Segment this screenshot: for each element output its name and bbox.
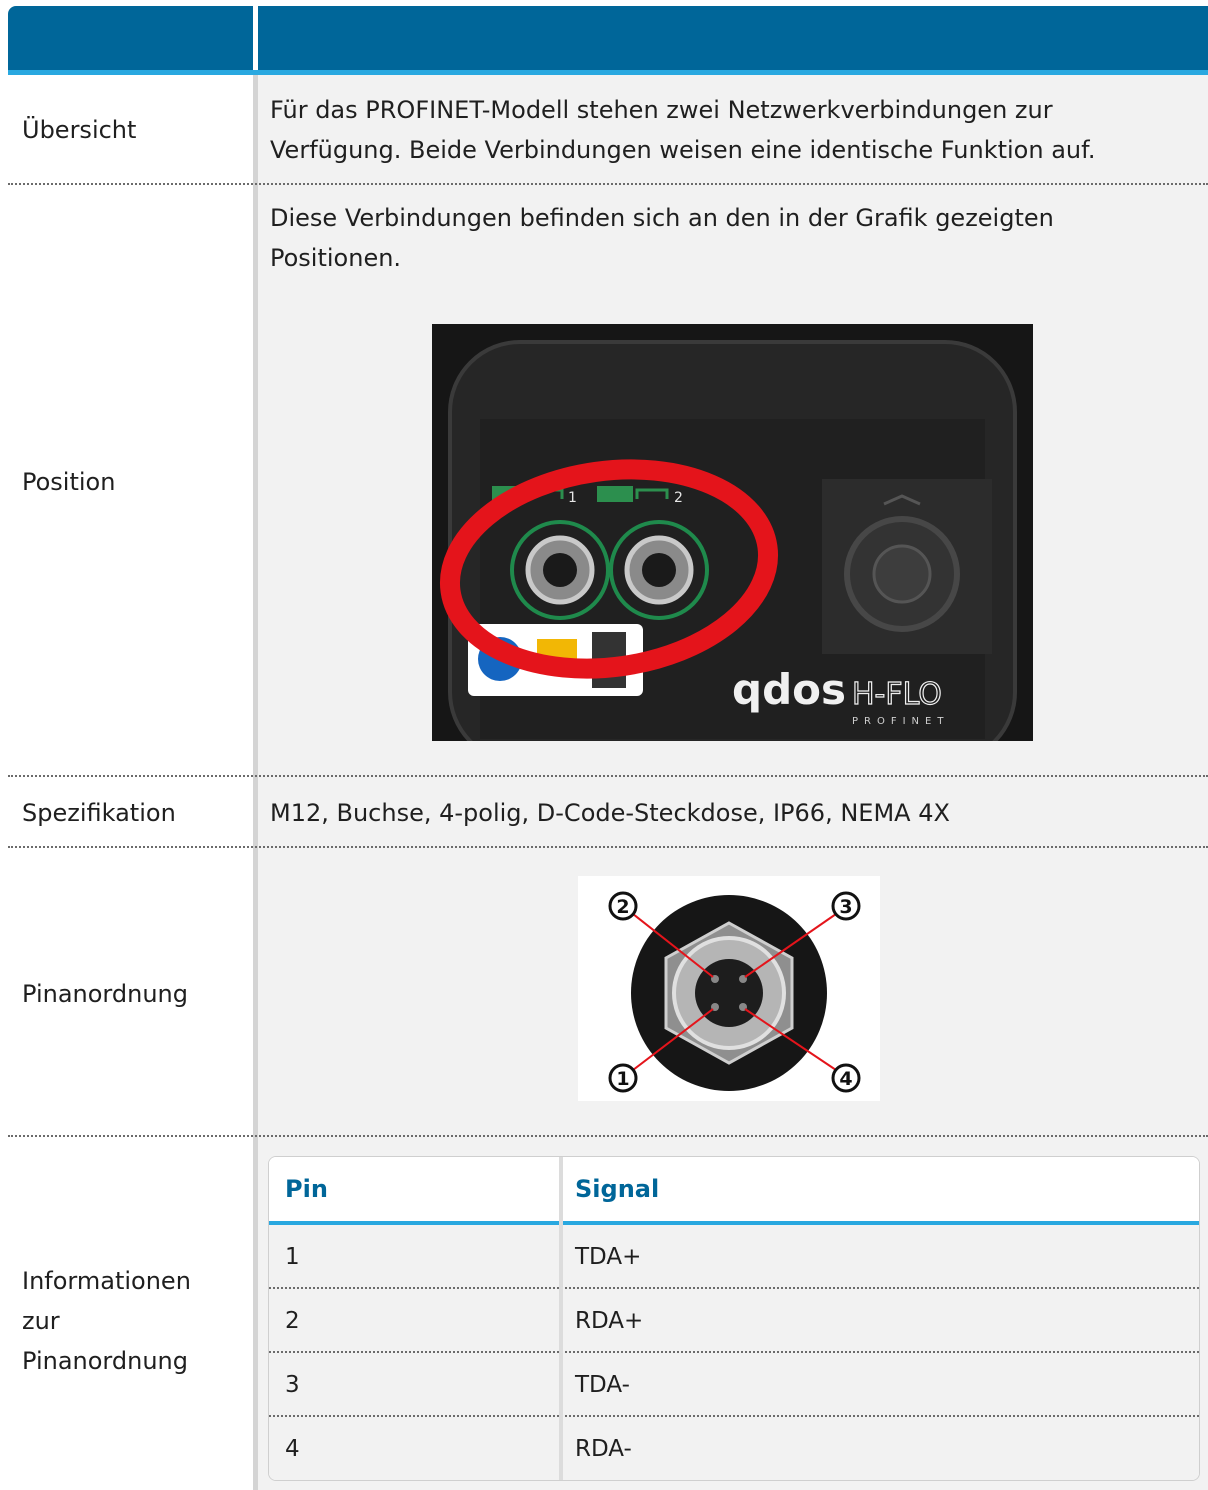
row-divider — [8, 846, 1208, 848]
spec-text: M12, Buchse, 4-polig, D-Code-Steckdose, … — [270, 799, 950, 827]
pin-cell: 2 — [285, 1308, 300, 1334]
pin-number-4: 4 — [839, 1068, 852, 1090]
table-row: 4 RDA- — [269, 1417, 1199, 1480]
row-label-pininfo-3: Pinanordnung — [22, 1347, 188, 1375]
position-text-line-1: Diese Verbindungen befinden sich an den … — [270, 204, 1054, 232]
row-divider — [8, 1135, 1208, 1137]
table-header — [8, 6, 1208, 75]
signal-cell: TDA- — [575, 1372, 630, 1398]
row-label-pininfo-2: zur — [22, 1307, 60, 1335]
device-connector-image: 1 2 qdos H-FLO PROFINET — [432, 324, 1033, 741]
pin-number-3: 3 — [839, 896, 852, 918]
table-row: 2 RDA+ — [269, 1289, 1199, 1353]
pinout-image: 2 3 1 4 — [578, 876, 880, 1101]
row-label-pininfo-1: Informationen — [22, 1267, 191, 1295]
header-signal: Signal — [575, 1175, 660, 1203]
port-2-label: 2 — [674, 490, 683, 506]
row-divider — [8, 183, 1208, 185]
table-row: 1 TDA+ — [269, 1225, 1199, 1289]
logo-sub: H-FLO — [852, 677, 942, 712]
signal-cell: RDA+ — [575, 1308, 644, 1334]
port-1-label: 1 — [568, 490, 577, 506]
signal-cell: RDA- — [575, 1436, 632, 1462]
row-label-spec: Spezifikation — [22, 799, 176, 827]
pin-cell: 4 — [285, 1436, 300, 1462]
pin-number-2: 2 — [616, 896, 629, 918]
header-column-divider — [253, 6, 258, 70]
pin-cell: 1 — [285, 1244, 300, 1270]
pin-signal-table: Pin Signal 1 TDA+ 2 RDA+ 3 TDA- 4 RDA- — [268, 1156, 1200, 1481]
row-label-position: Position — [22, 468, 116, 496]
logo-main: qdos — [732, 665, 846, 714]
pin-number-1: 1 — [616, 1068, 629, 1090]
row-divider — [8, 775, 1208, 777]
row-label-overview: Übersicht — [22, 116, 137, 144]
overview-text-line-1: Für das PROFINET-Modell stehen zwei Netz… — [270, 96, 1053, 124]
position-text-line-2: Positionen. — [270, 244, 402, 272]
table-column-divider — [559, 1157, 563, 1480]
overview-text-line-2: Verfügung. Beide Verbindungen weisen ein… — [270, 136, 1096, 164]
header-pin: Pin — [285, 1175, 328, 1203]
pin-table-header: Pin Signal — [269, 1157, 1199, 1225]
spec-table: Übersicht Für das PROFINET-Modell stehen… — [8, 6, 1208, 1490]
logo-tag: PROFINET — [852, 716, 949, 727]
signal-cell: TDA+ — [575, 1244, 642, 1270]
pin-cell: 3 — [285, 1372, 300, 1398]
row-label-pinout: Pinanordnung — [22, 980, 188, 1008]
table-row: 3 TDA- — [269, 1353, 1199, 1417]
